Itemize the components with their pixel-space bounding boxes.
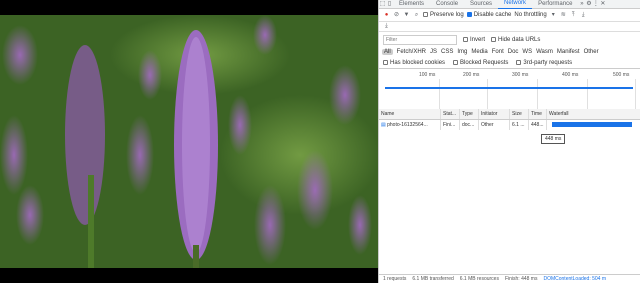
type-filter-img[interactable]: Img xyxy=(457,49,467,55)
tab-console[interactable]: Console xyxy=(430,0,464,9)
disable-cache-checkbox[interactable]: Disable cache xyxy=(466,11,512,19)
chevron-down-icon[interactable]: ▾ xyxy=(550,12,557,19)
waterfall-bar[interactable] xyxy=(552,122,632,127)
column-header-initiator[interactable]: Initiator xyxy=(479,109,510,119)
type-filter-js[interactable]: JS xyxy=(430,49,437,55)
preserve-log-checkbox[interactable]: Preserve log xyxy=(423,11,464,19)
hide-data-urls-checkbox[interactable]: Hide data URLs xyxy=(491,36,541,44)
cell-initiator: Other xyxy=(479,120,510,130)
import-har-icon[interactable]: ⤓ xyxy=(383,23,390,30)
type-filter-manifest[interactable]: Manifest xyxy=(557,49,580,55)
timeline-tick-label: 300 ms xyxy=(512,72,529,78)
cell-type: doc... xyxy=(460,120,479,130)
type-filter-media[interactable]: Media xyxy=(471,49,487,55)
flower-photo xyxy=(0,15,378,268)
record-icon[interactable]: ● xyxy=(383,12,390,19)
status-requests: 1 requests xyxy=(383,276,407,282)
timeline-gridline xyxy=(537,79,538,109)
tab-network[interactable]: Network xyxy=(498,0,533,9)
column-header-name[interactable]: Name xyxy=(379,109,441,119)
type-filter-css[interactable]: CSS xyxy=(441,49,453,55)
clear-icon[interactable]: ⊘ xyxy=(393,12,400,19)
network-conditions-icon[interactable]: ≋ xyxy=(560,12,567,19)
type-filter-fetch-xhr[interactable]: Fetch/XHR xyxy=(397,49,426,55)
network-toolbar: ● ⊘ ▼ ⌕ Preserve log Disable cache No th… xyxy=(379,9,640,22)
overview-timeline[interactable]: 100 ms 200 ms 300 ms 400 ms 500 ms xyxy=(379,69,640,110)
tab-sources[interactable]: Sources xyxy=(464,0,498,9)
filter-icon[interactable]: ▼ xyxy=(403,12,410,19)
devtools-tab-bar: ⬚ ▯ Elements Console Sources Network Per… xyxy=(379,0,640,9)
status-resources: 6.1 MB resources xyxy=(459,276,499,282)
blocked-requests-checkbox[interactable]: Blocked Requests xyxy=(453,59,509,67)
document-icon: ▤ xyxy=(381,122,386,128)
request-name: photo-16132564... xyxy=(387,122,428,128)
type-filter-doc[interactable]: Doc xyxy=(508,49,519,55)
has-blocked-cookies-label: Has blocked cookies xyxy=(390,60,446,67)
preserve-log-label: Preserve log xyxy=(430,12,464,19)
disable-cache-label: Disable cache xyxy=(473,12,512,19)
column-header-time[interactable]: Time xyxy=(529,109,547,119)
throttling-select[interactable]: No throttling xyxy=(514,12,546,18)
timeline-gridline xyxy=(587,79,588,109)
invert-checkbox[interactable]: Invert xyxy=(463,36,486,44)
upload-icon[interactable]: ⤒ xyxy=(570,12,577,19)
resource-type-filters: All Fetch/XHR JS CSS Img Media Font Doc … xyxy=(379,46,640,58)
type-filter-all[interactable]: All xyxy=(382,49,393,55)
more-tabs-icon[interactable]: » xyxy=(578,1,585,8)
column-header-size[interactable]: Size xyxy=(510,109,529,119)
column-header-waterfall[interactable]: Waterfall xyxy=(547,109,640,119)
tab-elements[interactable]: Elements xyxy=(393,0,430,9)
cell-name: ▤ photo-16132564... xyxy=(379,120,441,130)
close-icon[interactable]: ✕ xyxy=(599,1,606,8)
timeline-tick-label: 200 ms xyxy=(463,72,480,78)
blocked-filters: Has blocked cookies Blocked Requests 3rd… xyxy=(379,58,640,69)
column-header-status[interactable]: Stat... xyxy=(441,109,460,119)
cell-size: 6.1 ... xyxy=(510,120,529,130)
timeline-tick-label: 100 ms xyxy=(419,72,436,78)
cell-time: 448... xyxy=(529,120,547,130)
toolbar-row-2: ⤓ xyxy=(379,22,640,32)
inspect-element-icon[interactable]: ⬚ xyxy=(379,1,386,8)
tab-performance[interactable]: Performance xyxy=(532,0,578,9)
timeline-gridline xyxy=(487,79,488,109)
timeline-gridline xyxy=(439,79,440,109)
download-icon[interactable]: ⤓ xyxy=(580,12,587,19)
has-blocked-cookies-checkbox[interactable]: Has blocked cookies xyxy=(383,59,446,67)
device-toolbar-icon[interactable]: ▯ xyxy=(386,1,393,8)
cell-status: Fini... xyxy=(441,120,460,130)
filter-bar: Invert Hide data URLs xyxy=(379,34,640,46)
kebab-menu-icon[interactable]: ⋮ xyxy=(592,1,599,8)
type-filter-ws[interactable]: WS xyxy=(522,49,532,55)
hide-data-urls-label: Hide data URLs xyxy=(498,37,541,44)
type-filter-wasm[interactable]: Wasm xyxy=(536,49,553,55)
gear-icon[interactable]: ⚙ xyxy=(585,1,592,8)
timeline-tick-label: 500 ms xyxy=(613,72,630,78)
filter-input[interactable] xyxy=(383,35,457,45)
timeline-request-bar xyxy=(385,87,633,89)
type-filter-other[interactable]: Other xyxy=(584,49,599,55)
third-party-requests-checkbox[interactable]: 3rd-party requests xyxy=(516,59,573,67)
table-header: Name Stat... Type Initiator Size Time Wa… xyxy=(379,109,640,120)
status-finish: Finish: 448 ms xyxy=(504,276,538,282)
invert-label: Invert xyxy=(470,37,486,44)
image-viewport xyxy=(0,0,378,283)
request-table: Name Stat... Type Initiator Size Time Wa… xyxy=(379,109,640,274)
waterfall-tooltip: 448 ms xyxy=(541,134,566,144)
type-filter-font[interactable]: Font xyxy=(492,49,504,55)
blocked-requests-label: Blocked Requests xyxy=(460,60,509,67)
column-header-type[interactable]: Type xyxy=(460,109,479,119)
search-icon[interactable]: ⌕ xyxy=(413,12,420,19)
status-transferred: 6.1 MB transferred xyxy=(412,276,454,282)
timeline-tick-label: 400 ms xyxy=(562,72,579,78)
network-status-bar: 1 requests 6.1 MB transferred 6.1 MB res… xyxy=(379,274,640,283)
timeline-gridline xyxy=(635,79,636,109)
devtools-panel: ⬚ ▯ Elements Console Sources Network Per… xyxy=(378,0,640,283)
status-dom-content-loaded: DOMContentLoaded: 504 m xyxy=(543,276,607,282)
third-party-requests-label: 3rd-party requests xyxy=(523,60,573,67)
